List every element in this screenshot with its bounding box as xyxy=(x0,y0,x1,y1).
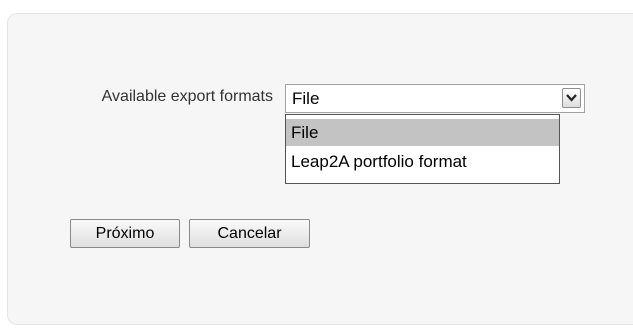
chevron-down-icon[interactable] xyxy=(562,88,581,108)
select-current-value: File xyxy=(292,89,320,108)
export-format-select[interactable]: File xyxy=(285,84,585,113)
option-leap2a[interactable]: Leap2A portfolio format xyxy=(286,148,559,175)
option-file[interactable]: File xyxy=(286,119,559,146)
cancel-button[interactable]: Cancelar xyxy=(189,219,310,248)
next-button[interactable]: Próximo xyxy=(70,219,180,248)
export-formats-label: Available export formats xyxy=(101,88,273,105)
export-format-dropdown-list: File Leap2A portfolio format xyxy=(285,114,560,184)
